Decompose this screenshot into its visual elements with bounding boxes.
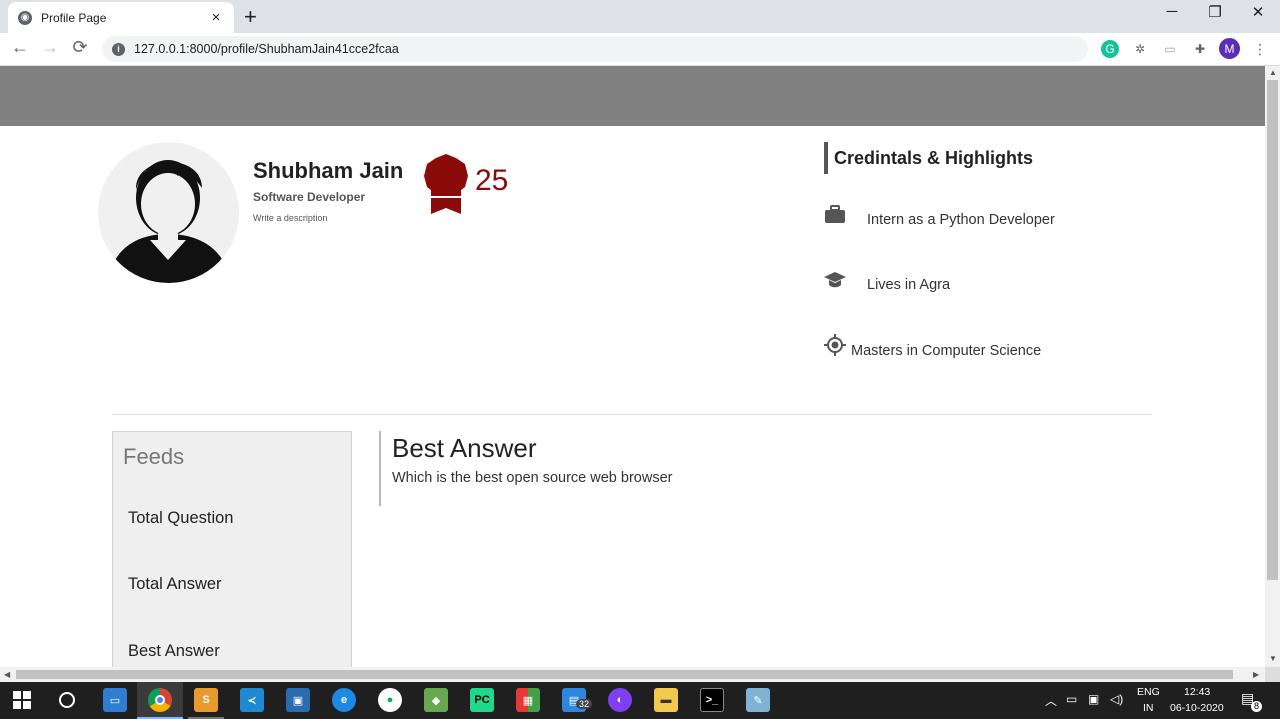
profile-avatar bbox=[98, 142, 239, 283]
horizontal-scroll-thumb[interactable] bbox=[16, 670, 1233, 679]
cast-extension-icon[interactable]: ▭ bbox=[1161, 40, 1179, 58]
profile-avatar-button[interactable]: M bbox=[1219, 38, 1240, 59]
feeds-title: Feeds bbox=[123, 444, 185, 469]
profile-name: Shubham Jain bbox=[253, 158, 404, 183]
chrome-icon[interactable] bbox=[148, 688, 172, 712]
scroll-left-icon[interactable]: ◀ bbox=[4, 670, 10, 679]
app-badge-count: 32 bbox=[576, 699, 593, 709]
site-info-icon[interactable]: i bbox=[112, 42, 125, 56]
feed-item-total-answer[interactable]: Total Answer bbox=[128, 575, 222, 594]
settings-extension-icon[interactable]: ✲ bbox=[1131, 40, 1149, 58]
award-badge-icon bbox=[423, 154, 469, 216]
profile-banner bbox=[0, 66, 1265, 126]
region-indicator[interactable]: IN bbox=[1143, 702, 1154, 714]
question-link[interactable]: Which is the best open source web browse… bbox=[392, 470, 672, 486]
forward-button[interactable]: → bbox=[38, 37, 62, 58]
profile-description-link[interactable]: Write a description bbox=[253, 213, 327, 223]
feeds-panel: Feeds Total Question Total Answer Best A… bbox=[112, 431, 352, 667]
graduation-cap-icon bbox=[824, 272, 846, 288]
scroll-up-icon[interactable]: ▲ bbox=[1269, 68, 1277, 77]
windows-start-icon[interactable] bbox=[10, 688, 34, 712]
grammarly-extension-icon[interactable]: G bbox=[1101, 40, 1119, 58]
more-menu-icon[interactable]: ⋮ bbox=[1251, 40, 1269, 58]
tab-title: Profile Page bbox=[41, 10, 107, 25]
vertical-scroll-thumb[interactable] bbox=[1267, 80, 1278, 580]
credential-item-text: Masters in Computer Science bbox=[851, 343, 1042, 359]
window-app-icon[interactable]: ▣ bbox=[286, 688, 310, 712]
url-text: 127.0.0.1:8000/profile/ShubhamJain41cce2… bbox=[134, 42, 399, 56]
mongodb-icon[interactable]: ● bbox=[378, 688, 402, 712]
edge-icon[interactable]: e bbox=[332, 688, 356, 712]
reload-button[interactable]: ⟳ bbox=[68, 37, 92, 58]
tray-overflow-chevron-icon[interactable]: ︿ bbox=[1045, 692, 1057, 709]
scroll-right-icon[interactable]: ▶ bbox=[1253, 670, 1259, 679]
extensions-puzzle-icon[interactable]: ✚ bbox=[1191, 40, 1209, 58]
section-divider bbox=[112, 414, 1152, 415]
address-bar[interactable]: i 127.0.0.1:8000/profile/ShubhamJain41cc… bbox=[102, 36, 1088, 62]
briefcase-icon bbox=[825, 205, 845, 223]
vertical-scrollbar[interactable]: ▲ ▼ bbox=[1265, 66, 1280, 667]
browser-toolbar: ← → ⟳ i 127.0.0.1:8000/profile/ShubhamJa… bbox=[0, 33, 1280, 66]
folder-icon[interactable]: ▬ bbox=[654, 688, 678, 712]
anaconda-icon[interactable]: ◆ bbox=[424, 688, 448, 712]
credential-item-text: Intern as a Python Developer bbox=[867, 212, 1055, 228]
location-target-icon bbox=[824, 334, 846, 356]
best-answer-title: Best Answer bbox=[392, 433, 537, 463]
minimize-button[interactable]: ─ bbox=[1150, 3, 1194, 20]
feed-item-best-answer[interactable]: Best Answer bbox=[128, 642, 220, 661]
pycharm-icon[interactable]: PC bbox=[470, 688, 494, 712]
restore-button[interactable]: ❐ bbox=[1193, 3, 1237, 21]
vscode-icon[interactable]: ≺ bbox=[240, 688, 264, 712]
terminal-icon[interactable]: >_ bbox=[700, 688, 724, 712]
horizontal-scrollbar[interactable]: ◀ ▶ bbox=[0, 667, 1265, 682]
windows-taskbar: ▭ S ≺ ▣ e ● ◆ PC ▦ ▤ 32 ◐ ▬ >_ ✎ ︿ ▭ ▣ ◁… bbox=[0, 682, 1280, 719]
best-answer-section: Best Answer Which is the best open sourc… bbox=[379, 431, 672, 506]
back-button[interactable]: ← bbox=[8, 37, 32, 58]
profile-points: 25 bbox=[475, 164, 509, 197]
network-icon[interactable]: ▣ bbox=[1088, 692, 1099, 706]
credential-item-text: Lives in Agra bbox=[867, 277, 951, 293]
tor-browser-icon[interactable]: ◐ bbox=[608, 688, 632, 712]
clock-time[interactable]: 12:43 bbox=[1184, 686, 1210, 698]
cortana-search-icon[interactable] bbox=[55, 688, 79, 712]
file-explorer-pc-icon[interactable]: ▭ bbox=[103, 688, 127, 712]
tab-profile-page[interactable]: ◉ Profile Page × bbox=[8, 2, 234, 33]
credentials-title: Credintals & Highlights bbox=[824, 142, 1033, 174]
scroll-down-icon[interactable]: ▼ bbox=[1269, 654, 1277, 663]
scrollbar-corner bbox=[1265, 667, 1280, 682]
browser-tabstrip: ◉ Profile Page × + ─ ❐ ✕ bbox=[0, 0, 1280, 33]
language-indicator[interactable]: ENG bbox=[1137, 686, 1160, 698]
new-tab-button[interactable]: + bbox=[244, 4, 257, 30]
notification-count: 8 bbox=[1251, 701, 1262, 712]
person-silhouette-icon bbox=[108, 160, 230, 283]
profile-role: Software Developer bbox=[253, 190, 366, 204]
tab-close-button[interactable]: × bbox=[208, 9, 224, 26]
clock-date[interactable]: 06-10-2020 bbox=[1170, 702, 1224, 714]
volume-icon[interactable]: ◁) bbox=[1110, 692, 1123, 706]
globe-icon: ◉ bbox=[18, 10, 32, 25]
app-tiles-icon[interactable]: ▦ bbox=[516, 688, 540, 712]
close-window-button[interactable]: ✕ bbox=[1236, 3, 1280, 21]
feed-item-total-question[interactable]: Total Question bbox=[128, 509, 233, 528]
battery-icon[interactable]: ▭ bbox=[1066, 692, 1077, 706]
notepad-icon[interactable]: ✎ bbox=[746, 688, 770, 712]
sublime-text-icon[interactable]: S bbox=[194, 688, 218, 712]
page-viewport: Shubham Jain Software Developer Write a … bbox=[0, 66, 1265, 667]
